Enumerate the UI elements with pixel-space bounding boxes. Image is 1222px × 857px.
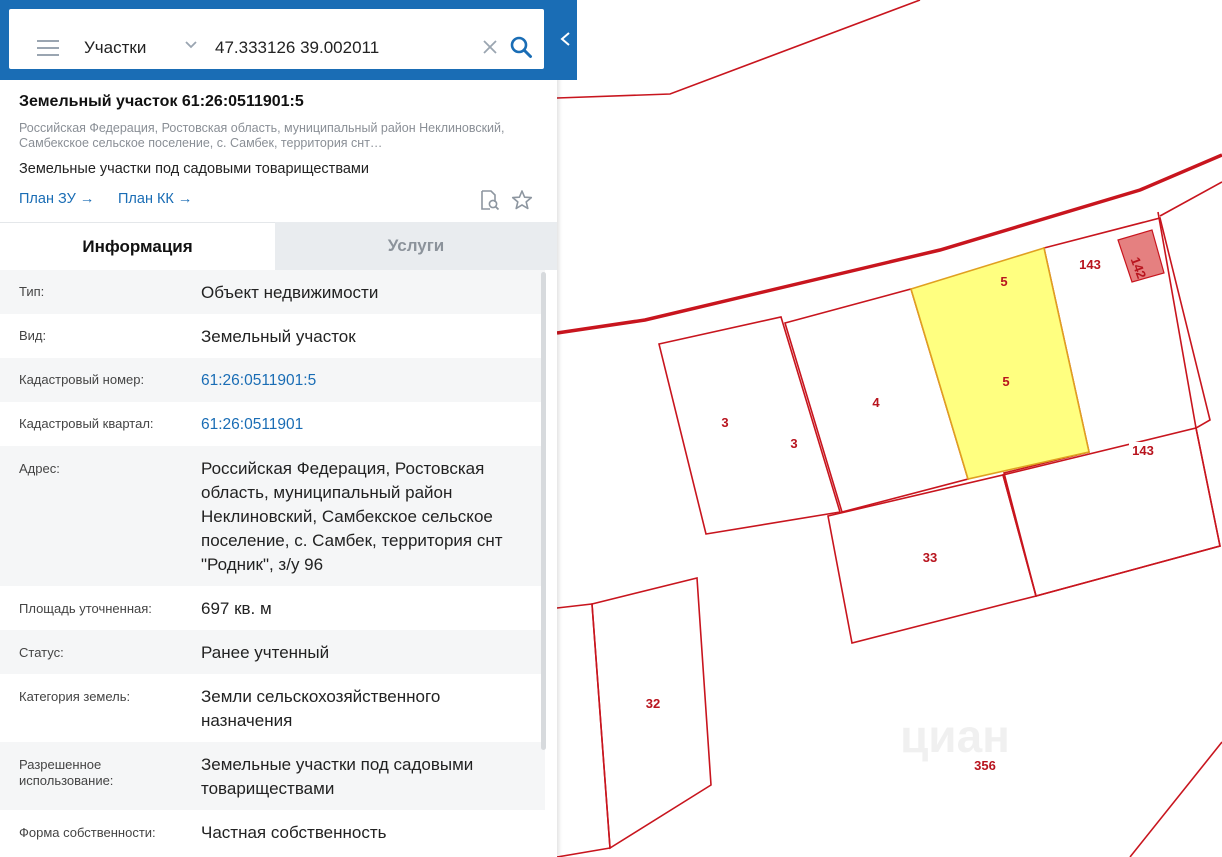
chevron-left-icon[interactable] (556, 24, 574, 54)
search-box: Участки 47.333126 39.002011 (9, 9, 544, 69)
object-title: Земельный участок 61:26:0511901:5 (19, 93, 304, 110)
plot-label: 3 (790, 436, 797, 451)
object-purpose: Земельные участки под садовыми товарищес… (19, 161, 369, 177)
detail-value: Земельные участки под садовыми товарищес… (201, 755, 474, 798)
search-icon[interactable] (509, 35, 533, 59)
panel-tabs: Информация Услуги (0, 222, 557, 271)
detail-row: Разрешенное использование: Земельные уча… (0, 742, 545, 810)
detail-value: Земельный участок (201, 327, 356, 346)
detail-label: Адрес: (19, 461, 60, 476)
detail-label: Кадастровый квартал: (19, 416, 154, 431)
plot-label: 143 (1079, 257, 1101, 272)
detail-label: Статус: (19, 645, 64, 660)
star-icon[interactable] (511, 189, 533, 211)
chevron-down-icon[interactable] (185, 38, 197, 50)
detail-row: Вид: Земельный участок (0, 314, 545, 358)
detail-row: Площадь уточненная: 697 кв. м (0, 586, 545, 630)
info-panel: Земельный участок 61:26:0511901:5 Россий… (0, 0, 557, 857)
detail-value: Частная собственность (201, 823, 387, 842)
search-input[interactable]: 47.333126 39.002011 (215, 38, 379, 58)
plot-label: 143 (1132, 443, 1154, 458)
menu-icon[interactable] (37, 40, 59, 61)
search-bar: Участки 47.333126 39.002011 (0, 0, 577, 80)
plot-label: 32 (646, 696, 660, 711)
plot-label: 4 (872, 395, 880, 410)
detail-label: Тип: (19, 284, 45, 299)
detail-row: Тип: Объект недвижимости (0, 270, 545, 314)
detail-label: Категория земель: (19, 689, 131, 704)
document-search-icon[interactable] (478, 189, 500, 211)
detail-label: Разрешенное использование: (19, 757, 114, 788)
detail-value: 697 кв. м (201, 599, 272, 618)
detail-label: Форма собственности: (19, 825, 156, 840)
layer-select[interactable]: Участки (84, 38, 146, 58)
cadastral-number-link[interactable]: 61:26:0511901:5 (201, 369, 531, 393)
plot-label: 33 (923, 550, 937, 565)
detail-row: Кадастровый номер: 61:26:0511901:5 (0, 358, 545, 402)
plot-label: 3 (721, 415, 728, 430)
detail-row: Адрес: Российская Федерация, Ростовская … (0, 446, 545, 586)
panel-scrollbar[interactable] (541, 272, 546, 750)
detail-row: Категория земель: Земли сельскохозяйстве… (0, 674, 545, 742)
plot-label: 5 (1002, 374, 1009, 389)
object-address-summary: Российская Федерация, Ростовская область… (19, 121, 505, 150)
detail-label: Площадь уточненная: (19, 601, 152, 616)
detail-row: Статус: Ранее учтенный (0, 630, 545, 674)
tab-information[interactable]: Информация (0, 222, 275, 271)
cadastral-quarter-link[interactable]: 61:26:0511901 (201, 413, 531, 437)
detail-row: Кадастровый квартал: 61:26:0511901 (0, 402, 545, 446)
detail-label: Кадастровый номер: (19, 372, 145, 387)
detail-label: Вид: (19, 328, 47, 343)
detail-value: Ранее учтенный (201, 643, 330, 662)
plot-label: 5 (1000, 274, 1007, 289)
tab-services[interactable]: Услуги (275, 222, 557, 270)
detail-value: Российская Федерация, Ростовская область… (201, 459, 503, 574)
detail-value: Объект недвижимости (201, 283, 379, 302)
detail-value: Земли сельскохозяйственного назначения (201, 687, 441, 730)
plan-zu-link[interactable]: План ЗУ → (19, 191, 94, 207)
close-icon[interactable] (481, 38, 499, 56)
detail-row: Форма собственности: Частная собственнос… (0, 810, 545, 857)
plan-kk-link[interactable]: План КК → (118, 191, 192, 207)
watermark: циан (900, 710, 1010, 762)
